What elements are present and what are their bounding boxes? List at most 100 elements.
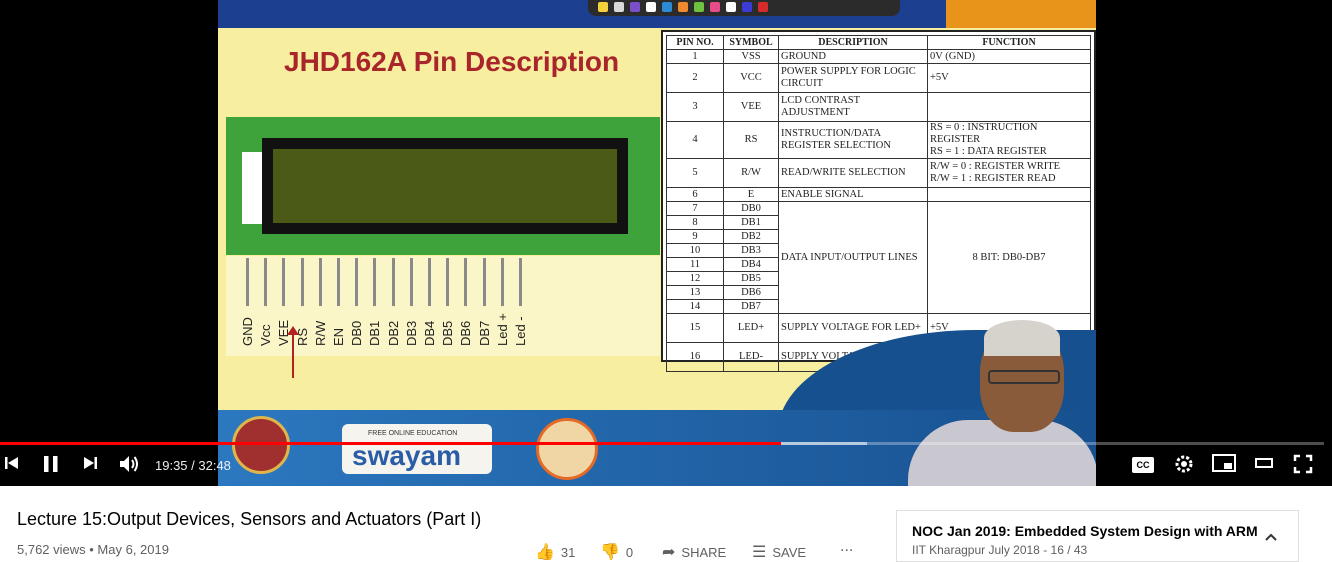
save-button[interactable]: ☰ SAVE	[752, 542, 806, 562]
lcd-pin	[337, 258, 340, 306]
table-cell: ENABLE SIGNAL	[778, 187, 928, 202]
skip-previous-icon[interactable]	[2, 454, 22, 477]
table-cell: READ/WRITE SELECTION	[778, 158, 928, 188]
table-cell: 7	[666, 201, 724, 216]
table-cell: 15	[666, 313, 724, 343]
lcd-pin	[409, 258, 413, 306]
table-cell: RS = 0 : INSTRUCTION REGISTER RS = 1 : D…	[927, 121, 1091, 159]
miniplayer-icon[interactable]	[1211, 454, 1237, 477]
annotation-arrow	[287, 326, 299, 378]
pin-label: EN	[331, 327, 346, 346]
volume-icon[interactable]	[117, 454, 141, 479]
player-controls: 19:35 / 32:48 CC	[0, 448, 1332, 486]
table-row: 1 VSS GROUND 0V (GND)	[666, 49, 1091, 64]
table-cell: +5V	[927, 63, 1091, 93]
table-cell: DB3	[723, 243, 779, 258]
table-cell: DB1	[723, 215, 779, 230]
lcd-pin	[246, 258, 249, 306]
shape-icon	[662, 2, 672, 12]
video-title: Lecture 15:Output Devices, Sensors and A…	[17, 509, 482, 529]
table-cell: VCC	[723, 63, 779, 93]
table-cell: 6	[666, 187, 724, 202]
pin-label: GND	[240, 317, 255, 346]
annotation-toolbar	[588, 0, 900, 16]
table-cell: DB4	[723, 257, 779, 272]
theater-mode-icon[interactable]	[1253, 454, 1275, 476]
table-cell: GROUND	[778, 49, 928, 64]
table-header: PIN NO.	[666, 35, 724, 50]
lcd-pin	[500, 258, 504, 306]
table-row: 6 E ENABLE SIGNAL	[666, 187, 1091, 202]
gear-icon[interactable]	[1172, 454, 1196, 479]
table-cell: DB2	[723, 229, 779, 244]
table-cell: LED+	[723, 313, 779, 343]
lcd-pin	[464, 258, 468, 306]
line-icon	[694, 2, 704, 12]
progress-played	[0, 442, 782, 445]
playlist-subtitle: IIT Kharagpur July 2018 - 16 / 43	[912, 543, 1088, 557]
thumbs-up-icon: 👍	[535, 544, 555, 561]
table-header: FUNCTION	[927, 35, 1091, 50]
lcd-pin	[519, 258, 522, 306]
slide-title: JHD162A Pin Description	[284, 46, 620, 77]
table-header: SYMBOL	[723, 35, 779, 50]
table-cell: R/W	[723, 158, 779, 188]
table-row: 3 VEE LCD CONTRAST ADJUSTMENT	[666, 92, 1091, 122]
table-cell: 8 BIT: DB0-DB7	[927, 201, 1091, 314]
pin-label: Vcc	[258, 324, 274, 346]
lcd-pin	[391, 258, 395, 306]
table-header: DESCRIPTION	[778, 35, 928, 50]
pin-label: DB1	[367, 320, 383, 346]
lcd-pin	[446, 258, 450, 306]
lcd-pin	[355, 258, 359, 306]
pin-label: DB0	[349, 320, 365, 346]
captions-label: CC	[1132, 457, 1154, 473]
table-cell: 5	[666, 158, 724, 188]
video-player[interactable]: JHD162A Pin Description GND Vcc VEE RS R/W EN…	[0, 0, 1332, 486]
pause-icon[interactable]	[40, 454, 62, 479]
lcd-pin	[318, 258, 322, 306]
eraser-icon	[614, 2, 624, 12]
table-cell: VSS	[723, 49, 779, 64]
lcd-pin	[282, 258, 286, 306]
table-cell: RS	[723, 121, 779, 159]
share-button[interactable]: ➦ SHARE	[662, 542, 726, 562]
table-cell: 13	[666, 285, 724, 300]
table-cell: 16	[666, 342, 724, 372]
table-cell: DB7	[723, 299, 779, 314]
skip-next-icon[interactable]	[80, 454, 100, 477]
table-row: 4 RS INSTRUCTION/DATA REGISTER SELECTION RS…	[666, 121, 1091, 159]
table-cell: 4	[666, 121, 724, 159]
table-cell: LED-	[723, 342, 779, 372]
clear-icon	[758, 2, 768, 12]
dislike-button[interactable]: 👎 0	[600, 542, 633, 562]
share-label: SHARE	[681, 544, 727, 560]
table-cell: 12	[666, 271, 724, 286]
table-cell: DB6	[723, 285, 779, 300]
table-cell	[927, 187, 1091, 202]
table-cell: 2	[666, 63, 724, 93]
cursor-icon	[726, 2, 736, 12]
table-cell: 14	[666, 299, 724, 314]
playlist-panel[interactable]: NOC Jan 2019: Embedded System Design wit…	[896, 510, 1299, 562]
captions-icon[interactable]: CC	[1132, 454, 1156, 473]
brush-icon	[710, 2, 720, 12]
chevron-up-icon[interactable]	[1264, 529, 1278, 545]
pin-label: DB7	[476, 320, 492, 346]
pin-label: Led +	[494, 313, 510, 346]
table-cell: 1	[666, 49, 724, 64]
table-cell: LCD CONTRAST ADJUSTMENT	[778, 92, 928, 122]
like-button[interactable]: 👍 31	[535, 542, 575, 562]
swayam-tagline: FREE ONLINE EDUCATION	[368, 430, 458, 437]
pin-label: DB2	[385, 320, 401, 346]
highlighter-icon	[678, 2, 688, 12]
slide-toolbar	[218, 0, 1096, 28]
progress-bar[interactable]	[0, 442, 1324, 445]
fullscreen-icon[interactable]	[1292, 454, 1314, 479]
more-actions-button[interactable]: ...	[840, 538, 853, 556]
table-cell: VEE	[723, 92, 779, 122]
pin-label: R/W	[312, 320, 328, 346]
save-label: SAVE	[772, 544, 807, 560]
lcd-backlight	[242, 152, 262, 224]
table-cell: DB0	[723, 201, 779, 216]
